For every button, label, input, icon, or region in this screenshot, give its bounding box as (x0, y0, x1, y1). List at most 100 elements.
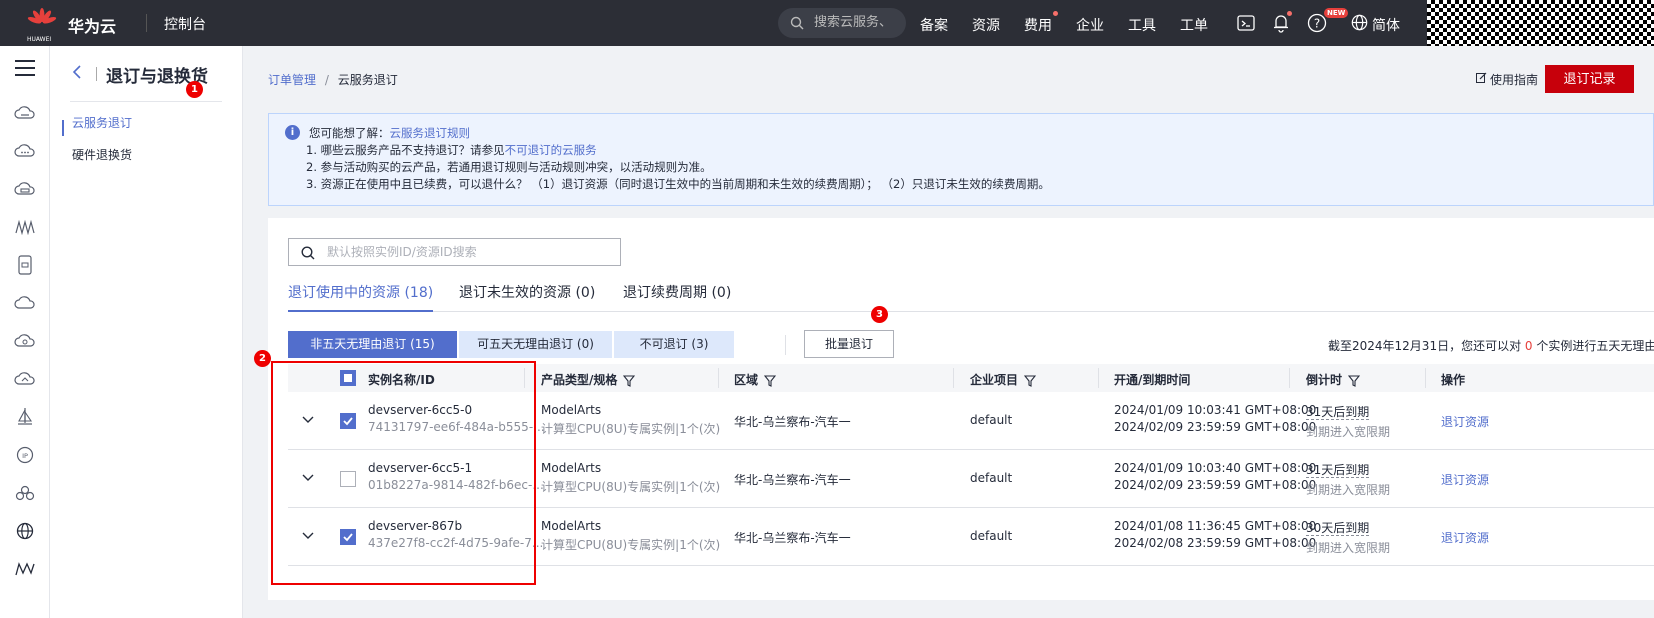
region-cell: 华北-乌兰察布-汽车一 (734, 415, 851, 429)
region-cell: 华北-乌兰察布-汽车一 (734, 473, 851, 487)
th-project: 企业项目 (970, 371, 1037, 388)
unsubscribe-resource-link[interactable]: 退订资源 (1441, 413, 1489, 430)
segment-five-day[interactable]: 可五天无理由退订 (0) (459, 331, 612, 358)
unsubscribe-resource-link[interactable]: 退订资源 (1441, 471, 1489, 488)
countdown-cell: 31天后到期 到期进入宽限期 (1306, 403, 1390, 440)
note-suffix: 个实例进行五天无理由全 (1536, 339, 1654, 353)
globe-network-icon[interactable] (13, 519, 37, 543)
info-line-2: 2. 参与活动购买的云产品，若通用退订规则与活动规则冲突，以活动规则为准。 (306, 160, 712, 174)
th-countdown-label: 倒计时 (1306, 373, 1343, 387)
note-prefix: 截至2024年12月31日，您还可以对 (1328, 339, 1525, 353)
tab-in-use[interactable]: 退订使用中的资源 (18) (288, 282, 434, 312)
network-icon[interactable] (13, 215, 37, 239)
product-type: ModelArts (541, 403, 602, 417)
th-action: 操作 (1441, 373, 1466, 387)
countdown-cell: 31天后到期到期进入宽限期 (1306, 461, 1390, 498)
cluster-icon[interactable] (13, 481, 37, 505)
start-time: 2024/01/09 10:03:40 GMT+08:00 (1114, 461, 1317, 475)
unsubscribe-records-button[interactable]: 退订记录 (1545, 65, 1634, 93)
region-cell: 华北-乌兰察布-汽车一 (734, 531, 851, 545)
ip-icon[interactable]: IP (13, 443, 37, 467)
bell-notification-dot (1287, 11, 1292, 16)
huawei-logo[interactable] (26, 7, 58, 39)
end-time: 2024/02/09 23:59:59 GMT+08:00 (1114, 420, 1317, 434)
filter-icon[interactable] (764, 374, 777, 387)
cloud-upload-icon[interactable] (13, 367, 37, 391)
divider (70, 101, 222, 102)
countdown: 30天后到期 (1306, 521, 1370, 536)
info-lead: 您可能想了解：云服务退订规则 (309, 125, 470, 141)
nav-tools[interactable]: 工具 (1128, 15, 1156, 35)
instance-search (288, 238, 621, 266)
end-time: 2024/02/09 23:59:59 GMT+08:00 (1114, 478, 1317, 492)
cloud-server-icon[interactable] (13, 101, 37, 125)
filter-icon[interactable] (1024, 374, 1037, 387)
billing-notification-dot (1053, 11, 1058, 16)
info-line-1: 1. 哪些云服务产品不支持退订？请参见不可退订的云服务 (306, 142, 597, 158)
filter-icon[interactable] (1348, 374, 1361, 387)
subnav-item-hardware-return[interactable]: 硬件退换货 (72, 146, 132, 163)
globe-icon[interactable] (1351, 14, 1368, 31)
nav-resources[interactable]: 资源 (972, 15, 1000, 35)
filter-icon[interactable] (623, 374, 636, 387)
bell-icon[interactable] (1272, 13, 1290, 33)
tab-renewal-period[interactable]: 退订续费周期 (0) (623, 282, 731, 312)
tab-not-effective[interactable]: 退订未生效的资源 (0) (459, 282, 595, 312)
sailboat-icon[interactable] (13, 405, 37, 429)
breadcrumb-order-management[interactable]: 订单管理 (268, 73, 316, 87)
cloud-network-icon[interactable] (13, 329, 37, 353)
unsubscribe-rules-link[interactable]: 云服务退订规则 (390, 126, 471, 140)
console-link[interactable]: 控制台 (164, 14, 206, 34)
nav-enterprise[interactable]: 企业 (1076, 15, 1104, 35)
modelarts-icon[interactable] (13, 557, 37, 581)
info-line-3: 3. 资源正在使用中且已续费，可以退什么？ （1）退订资源（同时退订生效中的当前… (306, 177, 1050, 191)
time-cell: 2024/01/09 10:03:40 GMT+08:00 2024/02/09 … (1114, 461, 1316, 492)
user-guide-link[interactable]: 使用指南 (1476, 71, 1538, 88)
subnav-item-cloud-unsubscribe[interactable]: 云服务退订 (72, 114, 132, 131)
countdown-sub: 到期进入宽限期 (1306, 425, 1391, 439)
cloud-storage-icon[interactable] (13, 139, 37, 163)
segment-non-five-day[interactable]: 非五天无理由退订 (15) (288, 331, 457, 358)
product-type: ModelArts (541, 461, 602, 475)
segment-non-refundable[interactable]: 不可退订 (3) (614, 331, 734, 358)
service-rail: IP (0, 46, 50, 618)
secondary-nav: 退订与退换货 1 云服务退订 硬件退换货 (50, 46, 243, 618)
top-bar: HUAWEI 华为云 控制台 搜索云服务、 备案 资源 费用 企业 工具 工单 … (0, 0, 1654, 46)
th-region-label: 区域 (734, 373, 759, 387)
language-switch[interactable]: 简体 (1372, 15, 1400, 35)
th-project-label: 企业项目 (970, 373, 1019, 387)
search-icon (301, 246, 315, 260)
th-countdown: 倒计时 (1306, 371, 1361, 388)
info-alert: i 您可能想了解：云服务退订规则 1. 哪些云服务产品不支持退订？请参见不可退订… (268, 113, 1654, 206)
countdown: 31天后到期 (1306, 463, 1370, 478)
menu-icon[interactable] (14, 59, 36, 77)
project-cell: default (970, 471, 1013, 485)
divider (1289, 368, 1290, 388)
batch-unsubscribe-button[interactable]: 批量退订 (804, 330, 894, 358)
five-day-note: 截至2024年12月31日，您还可以对 0 个实例进行五天无理由全 (1328, 337, 1654, 354)
user-guide-label: 使用指南 (1490, 73, 1539, 87)
countdown-sub: 到期进入宽限期 (1306, 483, 1391, 497)
mobile-device-icon[interactable] (13, 253, 37, 277)
annotation-highlight-box (271, 361, 536, 585)
nav-tickets[interactable]: 工单 (1180, 15, 1208, 35)
annotation-badge-2: 2 (254, 350, 271, 367)
nav-billing[interactable]: 费用 (1024, 15, 1052, 35)
non-refundable-services-link[interactable]: 不可退订的云服务 (505, 143, 597, 157)
back-icon[interactable] (72, 63, 82, 84)
project-cell: default (970, 413, 1013, 427)
cloud-icon[interactable] (13, 291, 37, 315)
active-indicator (62, 120, 64, 136)
product-type: ModelArts (541, 519, 602, 533)
nav-filing[interactable]: 备案 (920, 15, 948, 35)
unsubscribe-resource-link[interactable]: 退订资源 (1441, 529, 1489, 546)
cloud-database-icon[interactable] (13, 177, 37, 201)
terminal-icon[interactable] (1237, 14, 1255, 32)
note-count: 0 (1524, 339, 1533, 353)
info-line-1-text: 1. 哪些云服务产品不支持退订？请参见 (306, 143, 505, 157)
instance-search-input[interactable] (327, 244, 607, 260)
brand-name[interactable]: 华为云 (68, 13, 116, 37)
global-search[interactable]: 搜索云服务、 (778, 8, 906, 38)
product-spec: 计算型CPU(8U)专属实例|1个(次) (541, 480, 721, 494)
product-cell: ModelArts 计算型CPU(8U)专属实例|1个(次) (541, 461, 720, 495)
